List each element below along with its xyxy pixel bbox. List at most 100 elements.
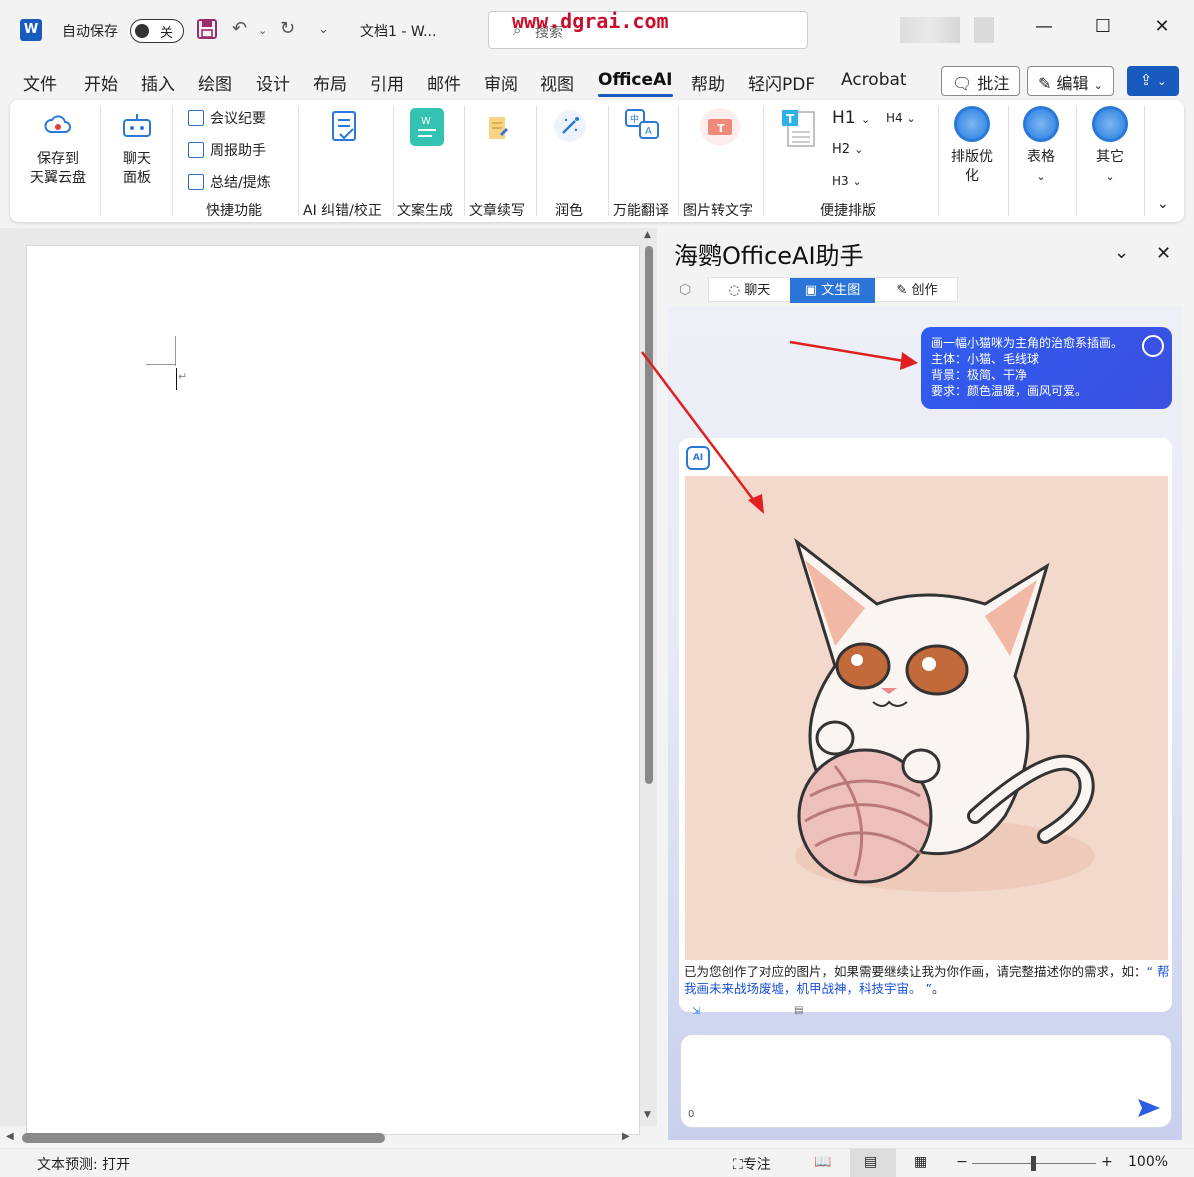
heading3-button[interactable]: H3 ⌄ <box>832 174 862 188</box>
save-to-cloud-button[interactable]: 保存到 天翼云盘 <box>24 150 92 188</box>
heading1-button[interactable]: H1 ⌄ <box>832 108 870 128</box>
tab-create[interactable]: ✎ 创作 <box>875 278 959 303</box>
chat-tab-label: 聊天 <box>744 283 771 298</box>
panel-close-icon[interactable]: ✕ <box>1156 243 1171 264</box>
tab-insert[interactable]: 插入 <box>141 70 175 95</box>
focus-button[interactable]: ⛶专注 <box>733 1154 771 1174</box>
autosave-label: 自动保存 <box>62 24 118 40</box>
save-icon[interactable] <box>196 18 218 45</box>
comments-label: 批注 <box>977 74 1010 93</box>
web-layout-icon[interactable]: ▦ <box>914 1154 927 1170</box>
scroll-left-icon[interactable]: ◀ <box>6 1131 14 1142</box>
editing-button[interactable]: ✎ 编辑 ⌄ <box>1027 66 1114 96</box>
tab-text-to-image[interactable]: ▣ 文生图 <box>790 278 875 303</box>
h2-label: H2 <box>832 142 851 157</box>
comments-button[interactable]: 🗨 批注 <box>941 66 1021 96</box>
polish-button[interactable]: 润色 <box>555 200 583 220</box>
tab-references[interactable]: 引用 <box>370 70 404 95</box>
checklist-icon <box>330 110 360 144</box>
tab-lightpdf[interactable]: 轻闪PDF <box>748 70 815 95</box>
tab-layout[interactable]: 布局 <box>313 70 347 95</box>
zoom-level[interactable]: 100% <box>1128 1154 1168 1170</box>
table-label: 表格 <box>1027 149 1055 165</box>
tab-draw[interactable]: 绘图 <box>198 70 232 95</box>
cube-icon[interactable]: ⬡ <box>679 282 691 298</box>
send-icon[interactable] <box>1137 1097 1161 1123</box>
summary-button[interactable]: 总结/提炼 <box>188 172 271 192</box>
table-button[interactable]: 表格 ⌄ <box>1018 148 1064 186</box>
calendar-icon <box>188 142 204 158</box>
scroll-up-icon[interactable]: ▲ <box>644 230 651 240</box>
tab-mailings[interactable]: 邮件 <box>427 70 461 95</box>
zoom-in-icon[interactable]: + <box>1101 1154 1113 1170</box>
blurred-account <box>900 17 960 43</box>
minimize-icon[interactable]: — <box>1024 16 1064 37</box>
chevron-down-icon: ⌄ <box>861 113 871 126</box>
ai-badge-icon: AI <box>686 446 710 470</box>
margin-mark <box>175 336 176 366</box>
ribbon-tabs: 文件 开始 插入 绘图 设计 布局 引用 邮件 审阅 视图 OfficeAI 帮… <box>0 62 1194 98</box>
zoom-out-icon[interactable]: − <box>956 1154 968 1170</box>
generated-cat-image[interactable] <box>685 476 1168 960</box>
panel-options-icon[interactable]: ⌄ <box>1114 242 1129 263</box>
export-icon[interactable]: ⇲ <box>692 1006 700 1017</box>
heading4-button[interactable]: H4 ⌄ <box>886 111 916 125</box>
ribbon: 保存到 天翼云盘 聊天 面板 会议纪要 周报助手 总结/提炼 快捷功能 AI 纠… <box>10 100 1184 222</box>
redo-icon[interactable]: ↻ <box>280 18 295 39</box>
chevron-down-icon: ⌄ <box>1093 79 1103 92</box>
tab-review[interactable]: 审阅 <box>484 70 518 95</box>
comment-icon: 🗨 <box>952 74 973 93</box>
layout-optimize-button[interactable]: 排版优 化 <box>942 148 1002 186</box>
ribbon-collapse-icon[interactable]: ⌄ <box>1157 196 1169 212</box>
doc-icon <box>188 110 204 126</box>
copy-generation-button[interactable]: 文案生成 <box>397 200 453 220</box>
scroll-right-icon[interactable]: ▶ <box>622 1131 630 1142</box>
document-page[interactable]: ↵ <box>26 245 640 1135</box>
maximize-icon[interactable]: ☐ <box>1083 16 1123 37</box>
image-to-text-icon: T <box>700 108 740 146</box>
margin-mark <box>146 364 176 365</box>
focus-label: 专注 <box>742 1157 771 1173</box>
copywriting-icon: W <box>410 108 444 146</box>
autosave-toggle[interactable]: 关 <box>130 19 184 43</box>
chevron-down-icon: ⌄ <box>1036 170 1046 183</box>
weekly-report-button[interactable]: 周报助手 <box>188 140 266 160</box>
chat-panel-button[interactable]: 聊天 面板 <box>110 150 164 188</box>
tab-home[interactable]: 开始 <box>84 70 118 95</box>
message-line: 背景：极简、干净 <box>931 368 1028 382</box>
horizontal-scroll-thumb[interactable] <box>22 1133 385 1143</box>
layers-icon <box>188 174 204 190</box>
zoom-slider-thumb[interactable] <box>1031 1156 1036 1171</box>
image-to-text-button[interactable]: 图片转文字 <box>683 200 753 220</box>
close-window-icon[interactable]: ✕ <box>1142 16 1182 37</box>
prompt-input[interactable]: 0 <box>680 1034 1172 1128</box>
text-prediction-status[interactable]: 文本预测: 打开 <box>37 1154 130 1174</box>
character-count: 0 <box>688 1109 695 1120</box>
undo-dropdown-icon[interactable]: ⌄ <box>258 24 267 37</box>
undo-icon[interactable]: ↶ <box>232 18 247 39</box>
tab-view[interactable]: 视图 <box>540 70 574 95</box>
meeting-minutes-button[interactable]: 会议纪要 <box>188 108 266 128</box>
focus-icon: ⛶ <box>733 1157 743 1173</box>
vertical-scroll-thumb[interactable] <box>645 246 653 784</box>
continue-writing-button[interactable]: 文章续写 <box>469 200 525 220</box>
ai-correct-button[interactable]: AI 纠错/校正 <box>303 200 382 220</box>
tab-help[interactable]: 帮助 <box>691 70 725 95</box>
share-button[interactable]: ⇪ ⌄ <box>1127 66 1179 96</box>
reply-main: 已为您创作了对应的图片，如果需要继续让我为你作画，请完整描述你的需求，如： <box>684 964 1147 979</box>
tab-officeai[interactable]: OfficeAI <box>598 70 673 97</box>
tab-file[interactable]: 文件 <box>23 70 57 95</box>
translate-icon: 中A <box>624 108 662 142</box>
save-image-icon[interactable]: ▤ <box>794 1005 803 1016</box>
customize-toolbar-icon[interactable]: ⌄ <box>318 22 329 37</box>
other-button[interactable]: 其它 ⌄ <box>1087 148 1133 186</box>
translate-button[interactable]: 万能翻译 <box>613 200 669 220</box>
tab-acrobat[interactable]: Acrobat <box>841 70 907 90</box>
chevron-down-icon: ⌄ <box>1105 170 1115 183</box>
tab-chat[interactable]: ◌ 聊天 <box>709 278 790 303</box>
read-mode-icon[interactable]: 📖 <box>814 1154 831 1170</box>
scroll-down-icon[interactable]: ▼ <box>644 1110 651 1120</box>
tab-design[interactable]: 设计 <box>256 70 290 95</box>
print-layout-icon[interactable]: ▤ <box>864 1154 877 1170</box>
heading2-button[interactable]: H2 ⌄ <box>832 142 863 157</box>
